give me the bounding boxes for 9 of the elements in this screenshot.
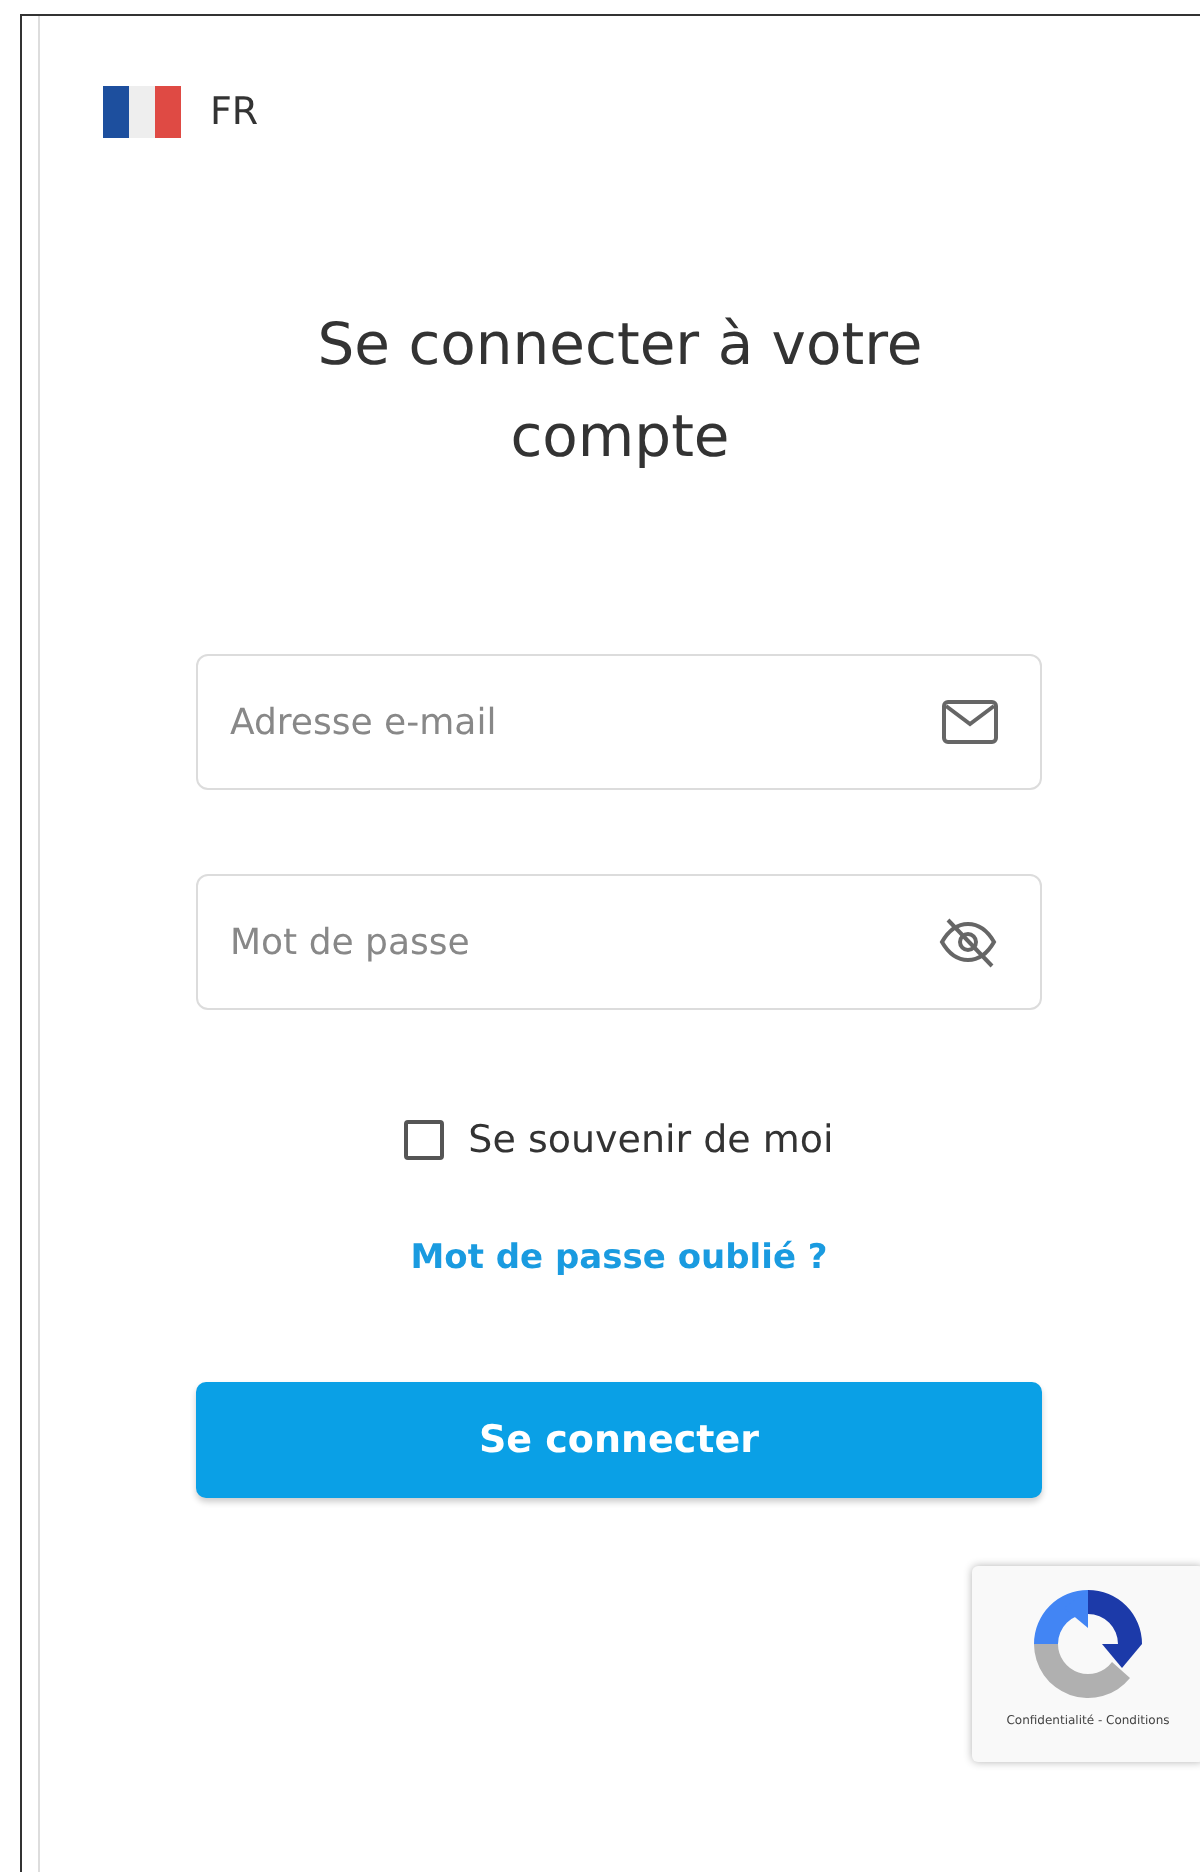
remember-label: Se souvenir de moi [468,1118,834,1162]
email-field[interactable]: Adresse e-mail [196,654,1042,790]
flag-icon [102,86,182,138]
page-title: Se connecter à votre compte [315,308,925,474]
eye-off-icon[interactable] [938,916,998,968]
password-field[interactable]: Mot de passe [196,874,1042,1010]
language-code[interactable]: FR [210,90,259,134]
remember-checkbox[interactable] [404,1120,445,1160]
envelope-icon [942,700,998,744]
